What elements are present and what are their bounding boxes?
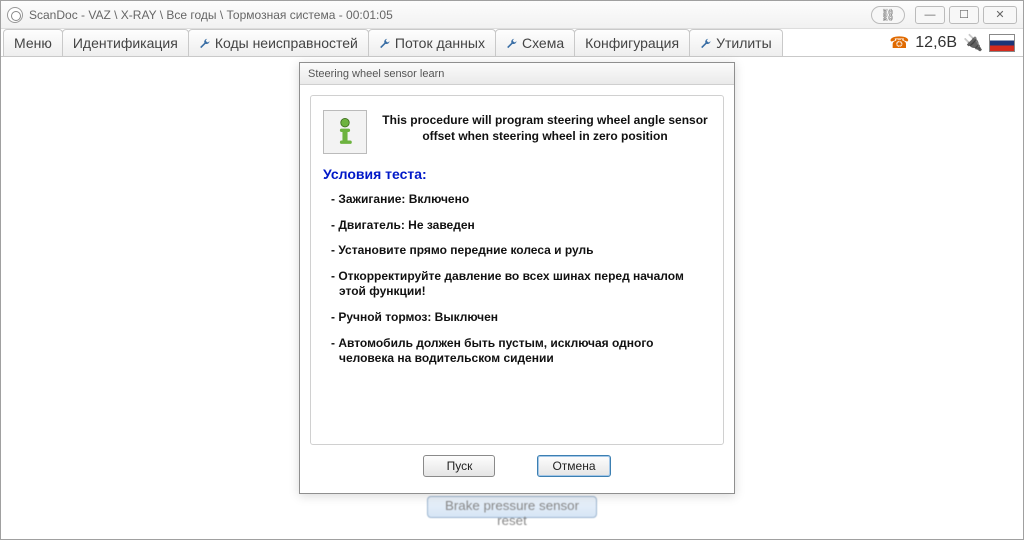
- tab-fault-codes[interactable]: Коды неисправностей: [188, 29, 369, 56]
- close-button[interactable]: ✕: [983, 6, 1017, 24]
- voltage-value: 12,6В: [915, 34, 957, 52]
- footer-bar: [1, 534, 1023, 539]
- condition-item: - Зажигание: Включено: [323, 192, 711, 208]
- tab-bar: Меню Идентификация Коды неисправностей П…: [1, 29, 1023, 57]
- window-controls: ⛓ — ☐ ✕: [871, 6, 1017, 24]
- conditions-title: Условия теста:: [323, 166, 711, 182]
- cancel-button[interactable]: Отмена: [537, 455, 610, 477]
- tab-identification[interactable]: Идентификация: [62, 29, 189, 56]
- condition-item: - Автомобиль должен быть пустым, исключа…: [323, 336, 711, 367]
- tab-menu[interactable]: Меню: [3, 29, 63, 56]
- minimize-button[interactable]: —: [915, 6, 945, 24]
- tab-scheme[interactable]: Схема: [495, 29, 575, 56]
- app-icon: [7, 7, 23, 23]
- condition-item: - Установите прямо передние колеса и рул…: [323, 243, 711, 259]
- app-window: ScanDoc - VAZ \ X-RAY \ Все годы \ Тормо…: [0, 0, 1024, 540]
- title-bar: ScanDoc - VAZ \ X-RAY \ Все годы \ Тормо…: [1, 1, 1023, 29]
- window-title: ScanDoc - VAZ \ X-RAY \ Все годы \ Тормо…: [29, 8, 871, 22]
- wrench-icon: [379, 37, 391, 49]
- dialog-steering-sensor-learn: Steering wheel sensor learn: [299, 62, 735, 494]
- procedure-text: This procedure will program steering whe…: [379, 110, 711, 144]
- info-panel: This procedure will program steering whe…: [310, 95, 724, 445]
- flag-russia-icon[interactable]: [989, 34, 1015, 52]
- condition-item: - Откорректируйте давление во всех шинах…: [323, 269, 711, 300]
- background-button[interactable]: Brake pressure sensor reset: [427, 496, 597, 518]
- content-area: Brake pressure sensor reset Steering whe…: [1, 57, 1023, 534]
- connection-icon: ☎: [889, 33, 909, 53]
- status-area: ☎ 12,6В 🔌: [889, 29, 1023, 56]
- info-icon: [323, 110, 367, 154]
- power-plug-icon: 🔌: [963, 33, 983, 53]
- tab-data-stream[interactable]: Поток данных: [368, 29, 496, 56]
- dialog-footer: Пуск Отмена: [310, 445, 724, 487]
- wrench-icon: [506, 37, 518, 49]
- conditions-list: - Зажигание: Включено - Двигатель: Не за…: [323, 192, 711, 367]
- dialog-title: Steering wheel sensor learn: [300, 63, 734, 85]
- link-icon[interactable]: ⛓: [871, 6, 905, 24]
- start-button[interactable]: Пуск: [423, 455, 495, 477]
- tab-configuration[interactable]: Конфигурация: [574, 29, 690, 56]
- wrench-icon: [700, 37, 712, 49]
- condition-item: - Двигатель: Не заведен: [323, 218, 711, 234]
- wrench-icon: [199, 37, 211, 49]
- condition-item: - Ручной тормоз: Выключен: [323, 310, 711, 326]
- dialog-body: This procedure will program steering whe…: [300, 85, 734, 493]
- tab-utilities[interactable]: Утилиты: [689, 29, 783, 56]
- maximize-button[interactable]: ☐: [949, 6, 979, 24]
